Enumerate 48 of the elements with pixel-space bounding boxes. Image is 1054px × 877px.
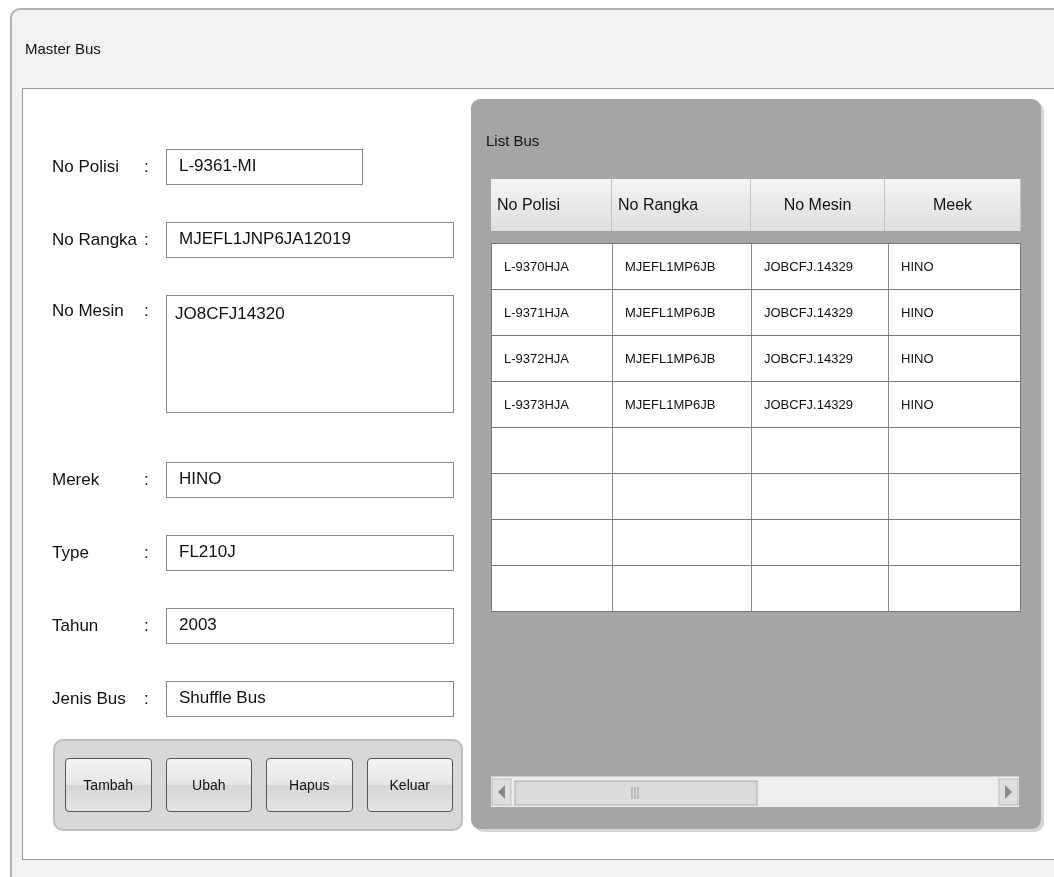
colon: : xyxy=(144,300,150,321)
table-cell: JOBCFJ.14329 xyxy=(752,244,889,289)
text-area[interactable]: JO8CFJ14320 xyxy=(166,295,454,413)
input-field[interactable]: 2003 xyxy=(166,608,454,644)
table-cell: L-9373HJA xyxy=(492,382,613,427)
input-field[interactable]: HINO xyxy=(166,462,454,498)
input-field[interactable]: MJEFL1JNP6JA12019 xyxy=(166,222,454,258)
table-cell-text: HINO xyxy=(900,304,935,322)
action-button[interactable]: Ubah xyxy=(165,758,252,812)
input-field[interactable]: FL210J xyxy=(166,535,454,571)
horizontal-scrollbar[interactable] xyxy=(491,776,1019,807)
field-label: Type xyxy=(52,543,90,563)
table-cell: JOBCFJ.14329 xyxy=(752,382,889,427)
action-button[interactable]: Hapus xyxy=(266,758,353,812)
table-cell: MJEFL1MP6JB xyxy=(613,244,752,289)
colon: : xyxy=(144,616,150,636)
action-button[interactable]: Keluar xyxy=(366,758,453,812)
window-title: Master Bus xyxy=(25,40,101,57)
colon: : xyxy=(144,689,150,709)
table-cell-text: HINO xyxy=(900,258,935,276)
table-cell: MJEFL1MP6JB xyxy=(613,382,752,427)
column-header[interactable]: No Rangka xyxy=(612,179,751,231)
column-header[interactable]: No Polisi xyxy=(491,179,612,231)
colon: : xyxy=(144,230,150,250)
table-cell: JOBCFJ.14329 xyxy=(752,290,889,335)
input-field[interactable]: Shuffle Bus xyxy=(166,681,454,717)
column-header[interactable]: No Mesin xyxy=(751,179,885,231)
input-field[interactable]: L-9361-MI xyxy=(166,149,363,185)
field-label: No Polisi xyxy=(52,157,121,177)
table-cell: MJEFL1MP6JB xyxy=(613,336,752,381)
field-label: Tahun xyxy=(52,616,100,636)
colon: : xyxy=(144,157,150,177)
table-cell: L-9372HJA xyxy=(492,336,613,381)
action-button[interactable]: Tambah xyxy=(65,758,152,812)
field-label: Jenis Bus xyxy=(52,689,127,709)
table-cell: MJEFL1MP6JB xyxy=(613,290,752,335)
column-header[interactable]: Meek xyxy=(885,179,1021,231)
colon: : xyxy=(144,470,150,490)
field-label: Merek xyxy=(52,470,101,490)
table-cell: JOBCFJ.14329 xyxy=(752,336,889,381)
field-label: No Mesin xyxy=(52,300,125,321)
table-cell-text: HINO xyxy=(900,396,935,414)
table-cell: L-9371HJA xyxy=(492,290,613,335)
table-cell: L-9370HJA xyxy=(492,244,613,289)
panel-title: List Bus xyxy=(486,132,540,149)
colon: : xyxy=(144,543,150,563)
field-label: No Rangka xyxy=(52,230,139,250)
table-cell-text: HINO xyxy=(900,350,935,368)
